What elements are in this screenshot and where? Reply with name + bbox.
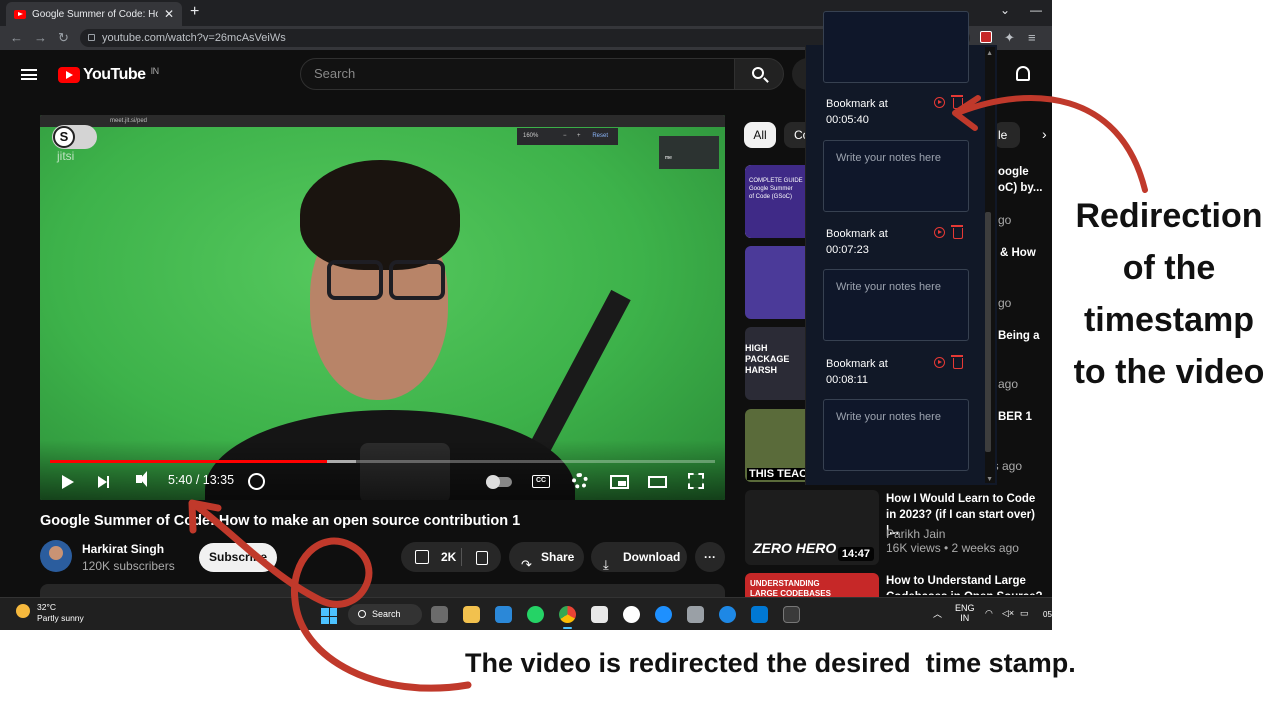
arrow-to-bookmark [957, 95, 1148, 193]
caption-right-line: timestamp [1083, 301, 1255, 339]
caption-right-line: Redirection [1075, 197, 1263, 235]
arrowhead-bookmark [952, 95, 981, 131]
arrow-to-timestamp [191, 501, 472, 692]
caption-right-line: of the [1122, 249, 1216, 287]
caption-right-line: to the video [1073, 353, 1265, 391]
caption-right: Redirection of the timestamp to the video [1058, 190, 1280, 398]
caption-bottom: The video is redirected the desired time… [465, 648, 1076, 678]
